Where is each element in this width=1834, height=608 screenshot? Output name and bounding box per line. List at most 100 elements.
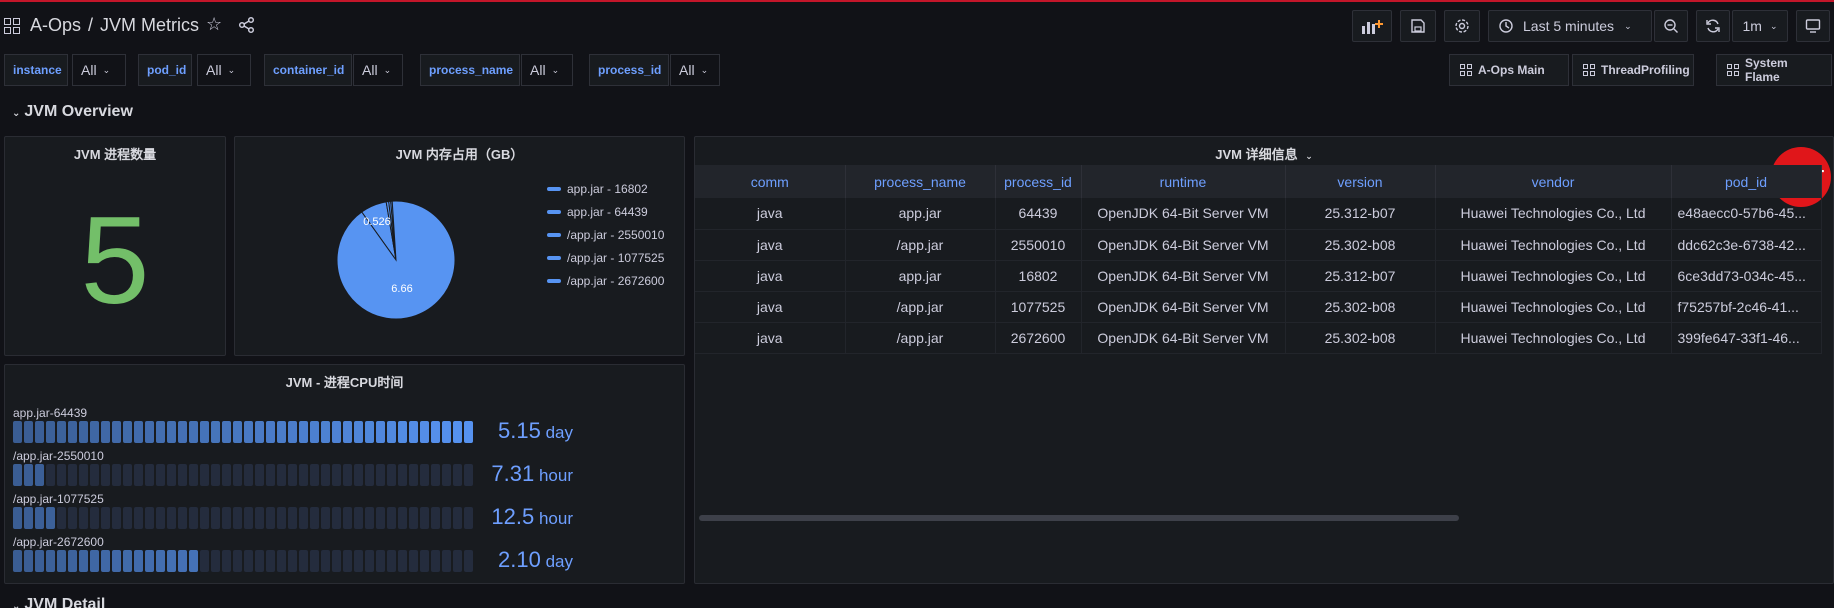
refresh-interval-picker[interactable]: 1m ⌄: [1732, 10, 1788, 42]
bargauge-cell-empty: [211, 464, 220, 486]
refresh-button[interactable]: [1696, 10, 1730, 42]
variable-select-process-name[interactable]: All ⌄: [521, 54, 573, 86]
legend-item[interactable]: /app.jar - 1077525: [547, 246, 664, 269]
share-icon[interactable]: [238, 16, 256, 34]
bargauge-cell-filled: [13, 550, 22, 572]
table-cell-runtime: OpenJDK 64-Bit Server VM: [1081, 229, 1286, 261]
bargauge-cell-filled: [156, 421, 165, 443]
chevron-down-icon: ⌄: [700, 64, 709, 75]
bargauge-cell-empty: [453, 507, 462, 529]
bargauge-cell-empty: [222, 507, 231, 529]
dashboard-title[interactable]: JVM Metrics: [100, 15, 199, 36]
dashboard-link-system-flame[interactable]: System Flame: [1716, 54, 1832, 86]
bargauge-cell-filled: [145, 421, 154, 443]
bargauge-cell-empty: [398, 550, 407, 572]
bargauge-cell-empty: [343, 507, 352, 529]
bargauge-cell-filled: [68, 421, 77, 443]
dashboard-link-threadprofiling[interactable]: ThreadProfiling: [1572, 54, 1694, 86]
panel-title[interactable]: JVM 进程数量: [5, 144, 225, 163]
bargauge-cell-empty: [244, 507, 253, 529]
bargauge-cell-filled: [134, 550, 143, 572]
column-header-process-id[interactable]: process_id: [995, 165, 1082, 198]
bargauge-cell-empty: [310, 464, 319, 486]
top-accent-line: [0, 0, 1834, 2]
column-header-runtime[interactable]: runtime: [1081, 165, 1286, 198]
tv-mode-button[interactable]: [1796, 10, 1830, 42]
bargauge-cell-empty: [310, 507, 319, 529]
gear-icon: [1455, 19, 1469, 33]
bargauge-value-unit: hour: [534, 509, 573, 528]
bargauge-cell-filled: [46, 421, 55, 443]
bargauge-cell-empty: [442, 464, 451, 486]
bargauge-cell-filled: [442, 421, 451, 443]
table-cell-process-name: app.jar: [845, 198, 996, 230]
pie-slice[interactable]: [336, 200, 456, 320]
chevron-down-icon: ⌄: [551, 64, 560, 75]
bargauge-cell-filled: [13, 464, 22, 486]
legend-item[interactable]: /app.jar - 2550010: [547, 223, 664, 246]
breadcrumb-folder[interactable]: A-Ops: [30, 15, 81, 36]
legend-label: /app.jar - 1077525: [567, 250, 665, 265]
bargauge-cell-empty: [244, 550, 253, 572]
column-header-vendor[interactable]: vendor: [1435, 165, 1672, 198]
bargauge-value-number: 2.10: [498, 547, 541, 572]
bargauge-cell-empty: [112, 464, 121, 486]
bargauge-cell-filled: [46, 507, 55, 529]
bargauge-cell-empty: [299, 507, 308, 529]
bargauge-cell-empty: [200, 550, 209, 572]
row-header-overview[interactable]: ⌄ JVM Overview: [12, 103, 133, 121]
bargauge-cell-filled: [35, 464, 44, 486]
bargauge-cell-empty: [420, 464, 429, 486]
row-header-detail[interactable]: ⌄ JVM Detail: [12, 596, 105, 608]
bargauge-value: 2.10 day: [498, 547, 573, 573]
bargauge-cell-empty: [387, 507, 396, 529]
column-header-pod-id[interactable]: pod_id: [1671, 165, 1822, 198]
bargauge-value-number: 12.5: [491, 504, 535, 529]
bargauge-cell-filled: [321, 421, 330, 443]
column-header-version[interactable]: version: [1285, 165, 1436, 198]
time-range-picker[interactable]: Last 5 minutes ⌄: [1488, 10, 1652, 42]
legend-item[interactable]: app.jar - 64439: [547, 200, 664, 223]
legend-label: /app.jar - 2672600: [567, 273, 665, 288]
table-cell-version: 25.312-b07: [1285, 198, 1436, 230]
column-header-comm[interactable]: comm: [695, 165, 846, 198]
column-header-process-name[interactable]: process_name: [845, 165, 996, 198]
variable-select-container-id[interactable]: All ⌄: [353, 54, 403, 86]
legend-item[interactable]: /app.jar - 2672600: [547, 269, 664, 292]
bargauge-cell-filled: [431, 421, 440, 443]
table-panel-jvm-details: JVM 详细信息 ⌄ TEST commprocess_nameprocess_…: [694, 136, 1834, 584]
variable-select-process-id[interactable]: All ⌄: [670, 54, 720, 86]
save-dashboard-button[interactable]: [1400, 10, 1436, 42]
panel-title[interactable]: JVM 详细信息 ⌄: [695, 144, 1833, 163]
table-cell-runtime: OpenJDK 64-Bit Server VM: [1081, 291, 1286, 323]
bargauge-cell-empty: [420, 507, 429, 529]
bargauge-cell-filled: [79, 421, 88, 443]
zoom-out-button[interactable]: [1654, 10, 1688, 42]
legend-item[interactable]: app.jar - 16802: [547, 177, 664, 200]
horizontal-scrollbar[interactable]: [699, 515, 1459, 521]
bargauge-cell-filled: [35, 550, 44, 572]
settings-button[interactable]: [1444, 10, 1480, 42]
bargauge-cell-empty: [354, 464, 363, 486]
pie-panel-jvm-memory: JVM 内存占用（GB） 0.526 6.66 app.jar - 16802 ap…: [234, 136, 685, 356]
table-row: java/app.jar 2672600 OpenJDK 64-Bit Server…: [695, 322, 1822, 354]
dashboards-icon[interactable]: [4, 18, 20, 34]
variable-select-instance[interactable]: All ⌄: [72, 54, 126, 86]
bargauge-cell-filled: [288, 421, 297, 443]
variable-select-pod-id[interactable]: All ⌄: [197, 54, 251, 86]
bargauge-cell-filled: [145, 550, 154, 572]
panel-title[interactable]: JVM - 进程CPU时间: [5, 372, 684, 391]
table-cell-process-name: /app.jar: [845, 291, 996, 323]
dashboard-link-aops-main[interactable]: A-Ops Main: [1449, 54, 1569, 86]
add-panel-button[interactable]: [1352, 10, 1392, 42]
bargauge-cell-empty: [277, 507, 286, 529]
bargauge-value-unit: day: [540, 552, 573, 571]
bargauge-cell-empty: [123, 464, 132, 486]
bargauge-bar: [13, 421, 473, 443]
bargauge-cell-empty: [464, 550, 473, 572]
table-cell-vendor: Huawei Technologies Co., Ltd: [1435, 291, 1672, 323]
star-icon[interactable]: ☆: [206, 14, 222, 35]
bargauge-cell-empty: [354, 550, 363, 572]
bargauge-value-unit: day: [540, 423, 573, 442]
table-cell-runtime: OpenJDK 64-Bit Server VM: [1081, 260, 1286, 292]
